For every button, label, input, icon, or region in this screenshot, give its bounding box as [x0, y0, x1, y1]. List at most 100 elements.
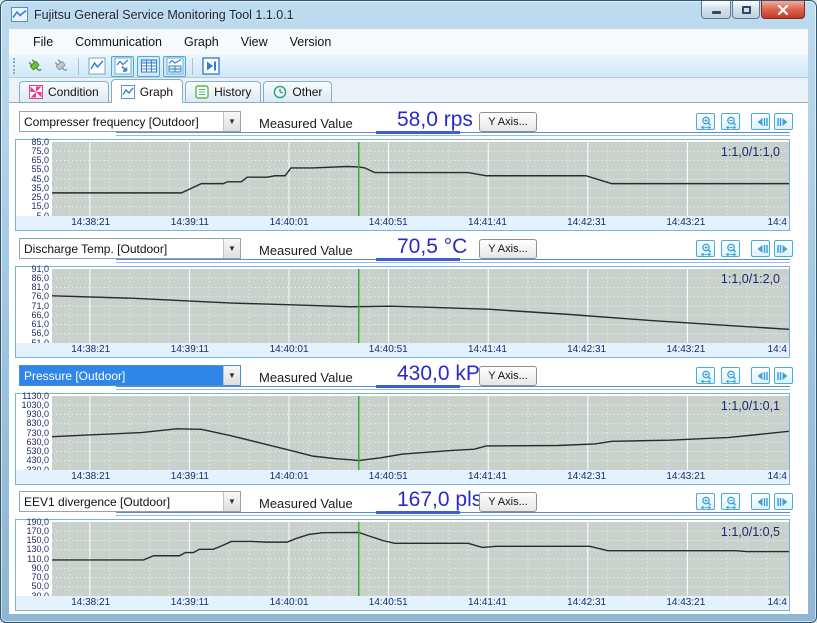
x-axis-label: 14:38:21 [71, 344, 110, 355]
menu-view[interactable]: View [230, 35, 279, 49]
title-bar[interactable]: Fujitsu General Service Monitoring Tool … [1, 1, 816, 29]
chart-plot-area[interactable]: 1:1,0/1:1,0 [52, 142, 789, 216]
history-icon [195, 85, 209, 99]
toolbar-separator [78, 58, 79, 75]
measured-value: 430,0 kPa [397, 362, 492, 386]
chart-view-button[interactable] [85, 56, 108, 77]
scroll-left-button[interactable] [751, 367, 770, 384]
chevron-down-icon[interactable]: ▼ [223, 492, 240, 511]
scale-indicator: 1:1,0/1:0,5 [721, 525, 780, 539]
x-axis-label: 14:4 [768, 344, 787, 355]
parameter-dropdown[interactable]: EEV1 divergence [Outdoor] ▼ [19, 491, 241, 512]
menu-file[interactable]: File [22, 35, 64, 49]
chart-canvas[interactable] [52, 269, 789, 343]
chevron-down-icon[interactable]: ▼ [223, 112, 240, 131]
zoom-out-button[interactable] [721, 493, 740, 510]
y-axis-label: 430,0 [26, 456, 49, 465]
chevron-down-icon[interactable]: ▼ [223, 239, 240, 258]
scroll-left-icon [754, 115, 768, 129]
chart-plot-area[interactable]: 1:1,0/1:2,0 [52, 269, 789, 343]
minimize-button[interactable] [701, 1, 731, 19]
toolbar-grip [13, 58, 16, 74]
tab-condition[interactable]: Condition [19, 81, 109, 102]
zoom-in-button[interactable] [696, 240, 715, 257]
tab-history[interactable]: History [185, 81, 261, 102]
value-underline [376, 511, 460, 514]
tab-label: Condition [48, 85, 99, 99]
zoom-in-button[interactable] [696, 113, 715, 130]
connect-button[interactable] [23, 56, 46, 77]
zoom-in-button[interactable] [696, 367, 715, 384]
y-axis-label: 830,0 [26, 419, 49, 428]
graph-panel: Discharge Temp. [Outdoor] ▼ Measured Val… [9, 238, 808, 360]
x-axis-label: 14:39:11 [171, 471, 209, 482]
close-button[interactable] [761, 1, 805, 19]
play-button[interactable] [199, 56, 222, 77]
parameter-dropdown[interactable]: Pressure [Outdoor] ▼ [19, 365, 241, 386]
zoom-out-icon [724, 115, 738, 129]
measured-value-label: Measured Value [259, 496, 353, 511]
toolbar-separator [192, 58, 193, 75]
zoom-in-button[interactable] [696, 493, 715, 510]
zoom-out-button[interactable] [721, 240, 740, 257]
scroll-left-button[interactable] [751, 240, 770, 257]
scroll-right-button[interactable] [774, 240, 793, 257]
scroll-left-button[interactable] [751, 493, 770, 510]
chart-plot-area[interactable]: 1:1,0/1:0,1 [52, 396, 789, 470]
scroll-right-icon [777, 115, 791, 129]
y-axis-label: 76,0 [31, 292, 49, 301]
parameter-dropdown-value: EEV1 divergence [Outdoor] [20, 492, 223, 511]
y-axis-button[interactable]: Y Axis... [479, 239, 537, 259]
menu-version[interactable]: Version [279, 35, 343, 49]
disconnect-button[interactable] [49, 56, 72, 77]
play-icon [202, 57, 220, 75]
graph-panel: Pressure [Outdoor] ▼ Measured Value 430,… [9, 365, 808, 487]
y-axis-button[interactable]: Y Axis... [479, 366, 537, 386]
line-chart-icon [88, 57, 106, 75]
chart-canvas[interactable] [52, 522, 789, 596]
chart-box: 91,086,081,076,071,066,061,056,051,0 1:1… [15, 266, 790, 358]
scroll-right-button[interactable] [774, 367, 793, 384]
scroll-right-button[interactable] [774, 113, 793, 130]
zoom-in-icon [699, 495, 713, 509]
y-axis-label: 50,0 [31, 582, 49, 591]
menu-communication[interactable]: Communication [64, 35, 173, 49]
y-axis-button[interactable]: Y Axis... [479, 492, 537, 512]
zoom-out-button[interactable] [721, 113, 740, 130]
table-view-button[interactable] [137, 56, 160, 77]
chart-table-view-button[interactable] [163, 56, 186, 77]
zoom-in-icon [699, 242, 713, 256]
scale-indicator: 1:1,0/1:1,0 [721, 145, 780, 159]
y-axis-button[interactable]: Y Axis... [479, 112, 537, 132]
x-axis-label: 14:40:51 [369, 217, 408, 228]
chart-zoom-controls [696, 113, 796, 131]
chart-box: 190,0170,0150,0130,0110,090,070,050,030,… [15, 519, 790, 611]
panel-header: EEV1 divergence [Outdoor] ▼ Measured Val… [9, 491, 808, 513]
x-axis-label: 14:38:21 [71, 217, 110, 228]
maximize-button[interactable] [732, 1, 760, 19]
value-underline [376, 131, 460, 134]
close-icon [777, 5, 789, 15]
maximize-icon [742, 6, 751, 14]
y-axis-label: 55,0 [31, 165, 49, 174]
tab-other[interactable]: Other [263, 81, 332, 102]
measured-value: 167,0 pls [397, 488, 482, 512]
chart-arrow-icon [114, 57, 132, 75]
x-axis-label: 14:43:21 [666, 597, 705, 608]
chevron-down-icon[interactable]: ▼ [223, 366, 240, 385]
zoom-out-button[interactable] [721, 367, 740, 384]
graph-tab-content: Compresser frequency [Outdoor] ▼ Measure… [9, 103, 808, 614]
parameter-dropdown[interactable]: Discharge Temp. [Outdoor] ▼ [19, 238, 241, 259]
app-window: Fujitsu General Service Monitoring Tool … [0, 0, 817, 623]
x-axis-label: 14:41:41 [468, 597, 507, 608]
chart-plot-area[interactable]: 1:1,0/1:0,5 [52, 522, 789, 596]
pinwheel-icon [29, 85, 43, 99]
menu-graph[interactable]: Graph [173, 35, 230, 49]
chart-canvas[interactable] [52, 396, 789, 470]
scroll-left-button[interactable] [751, 113, 770, 130]
chart-export-button[interactable] [111, 56, 134, 77]
scroll-right-button[interactable] [774, 493, 793, 510]
parameter-dropdown[interactable]: Compresser frequency [Outdoor] ▼ [19, 111, 241, 132]
chart-canvas[interactable] [52, 142, 789, 216]
tab-graph[interactable]: Graph [111, 79, 183, 103]
